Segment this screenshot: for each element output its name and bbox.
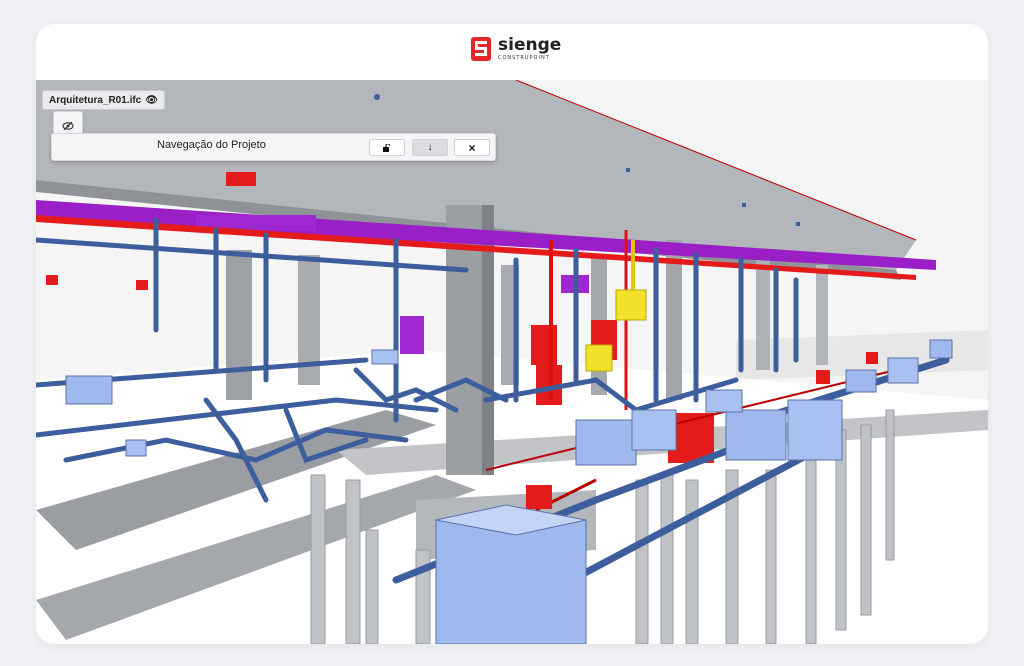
arrow-down-icon: ↓ — [427, 142, 433, 153]
brand-logo: sienge CONSTRUPOINT — [470, 36, 561, 62]
brand-sub: CONSTRUPOINT — [498, 55, 550, 61]
model-file-tag[interactable]: Arquitetura_R01.ifc 👁 — [42, 90, 165, 110]
model-file-name: Arquitetura_R01.ifc — [49, 94, 142, 106]
close-button[interactable]: × — [454, 139, 490, 156]
eye-icon[interactable]: 👁 — [145, 95, 158, 106]
bim-3d-viewport[interactable] — [36, 80, 988, 644]
bim-model-render — [36, 80, 988, 644]
panel-title: Navegação do Projeto — [157, 139, 266, 151]
close-icon: × — [468, 140, 476, 155]
brand-name: sienge — [498, 35, 562, 55]
sienge-logo-icon — [471, 37, 491, 61]
unlock-icon — [382, 143, 390, 152]
unlock-button[interactable] — [369, 139, 405, 156]
move-down-button[interactable]: ↓ — [412, 139, 448, 156]
project-navigation-panel: Navegação do Projeto ↓ × — [51, 133, 496, 161]
eye-slash-icon — [62, 121, 74, 131]
